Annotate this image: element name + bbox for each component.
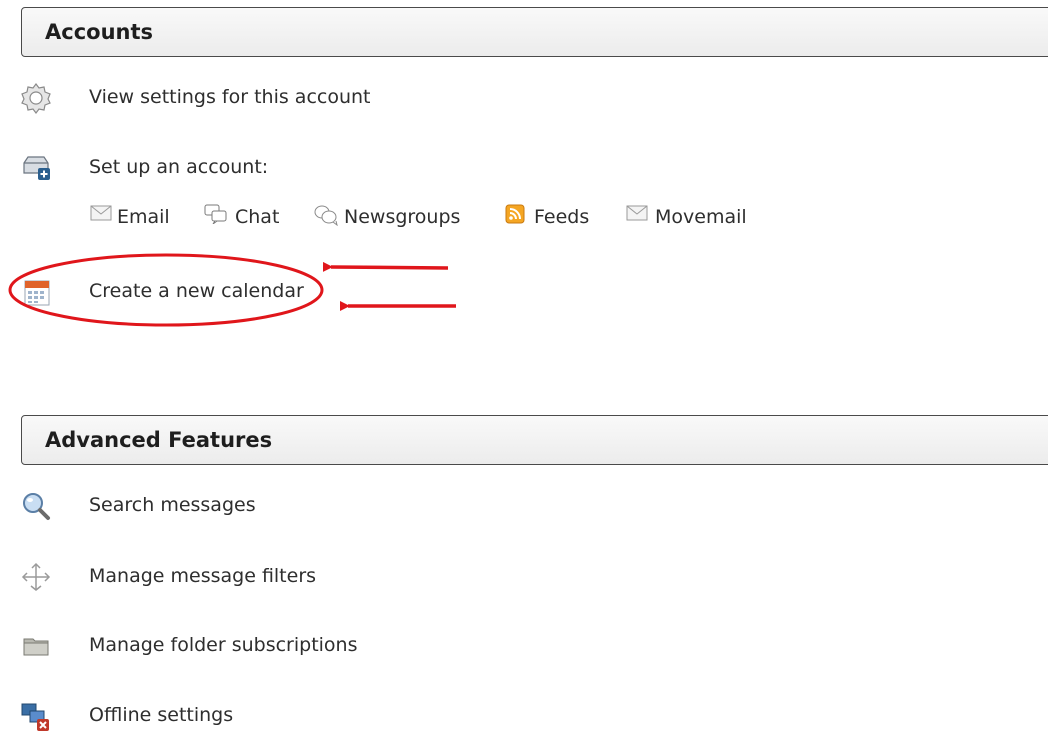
manage-subscriptions-link[interactable]: Manage folder subscriptions bbox=[0, 626, 410, 666]
setup-account-row: Set up an account: bbox=[0, 148, 320, 188]
movemail-label: Movemail bbox=[655, 206, 747, 228]
accounts-header-title: Accounts bbox=[45, 20, 154, 44]
newsgroups-icon bbox=[314, 205, 338, 226]
feeds-icon bbox=[505, 204, 525, 224]
advanced-features-header: Advanced Features bbox=[21, 415, 1048, 465]
email-label: Email bbox=[117, 206, 170, 228]
setup-feeds-link[interactable]: Feeds bbox=[505, 200, 605, 234]
create-calendar-link[interactable]: Create a new calendar bbox=[0, 272, 330, 312]
create-calendar-label: Create a new calendar bbox=[89, 280, 304, 302]
view-settings-link[interactable]: View settings for this account bbox=[0, 78, 420, 118]
search-icon bbox=[23, 493, 50, 520]
setup-account-label: Set up an account: bbox=[89, 156, 269, 178]
accounts-header: Accounts bbox=[21, 7, 1048, 57]
offline-settings-label: Offline settings bbox=[89, 704, 234, 726]
advanced-features-header-title: Advanced Features bbox=[45, 428, 273, 452]
manage-filters-label: Manage message filters bbox=[89, 565, 317, 587]
filters-icon bbox=[21, 562, 51, 591]
calendar-icon bbox=[24, 280, 50, 306]
view-settings-label: View settings for this account bbox=[89, 86, 371, 108]
offline-icon bbox=[21, 703, 49, 731]
newsgroups-label: Newsgroups bbox=[344, 206, 461, 228]
setup-movemail-link[interactable]: Movemail bbox=[626, 200, 766, 234]
movemail-icon bbox=[626, 205, 648, 221]
chat-label: Chat bbox=[235, 206, 280, 228]
manage-subscriptions-label: Manage folder subscriptions bbox=[89, 634, 358, 656]
search-messages-link[interactable]: Search messages bbox=[0, 486, 300, 526]
search-messages-label: Search messages bbox=[89, 494, 256, 516]
manage-filters-link[interactable]: Manage message filters bbox=[0, 557, 360, 597]
email-icon bbox=[90, 205, 112, 221]
setup-newsgroups-link[interactable]: Newsgroups bbox=[313, 200, 478, 234]
chat-icon bbox=[204, 204, 227, 224]
setup-chat-link[interactable]: Chat bbox=[204, 200, 284, 234]
feeds-label: Feeds bbox=[534, 206, 590, 228]
gear-icon bbox=[21, 83, 51, 114]
folder-icon bbox=[23, 638, 49, 656]
add-account-icon bbox=[23, 156, 50, 180]
annotation-arrow-upper bbox=[322, 261, 449, 272]
offline-settings-link[interactable]: Offline settings bbox=[0, 696, 270, 736]
setup-email-link[interactable]: Email bbox=[88, 200, 178, 234]
